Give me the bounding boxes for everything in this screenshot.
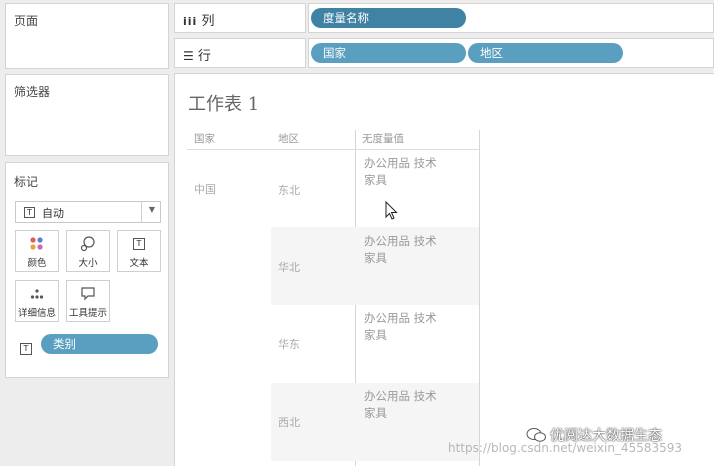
filters-card[interactable]: 筛选器 — [5, 74, 169, 156]
dropdown-separator — [141, 202, 142, 222]
size-button[interactable]: 大小 — [66, 230, 110, 272]
region-name: 华北 — [278, 261, 300, 274]
header-measure: 无度量值 — [362, 133, 404, 145]
text-encoding-icon: T — [20, 338, 32, 357]
region-name: 西北 — [278, 416, 300, 429]
sheet-title: 工作表 1 — [188, 94, 260, 115]
rows-shelf[interactable]: 国家 地区 — [308, 38, 714, 68]
columns-shelf-label: iii 列 — [183, 14, 215, 29]
color-button[interactable]: 颜色 — [15, 230, 59, 272]
text-icon: T — [118, 236, 160, 252]
columns-shelf[interactable]: 度量名称 — [308, 3, 714, 33]
columns-icon: iii — [183, 15, 198, 28]
detail-button[interactable]: 详细信息 — [15, 280, 59, 322]
country-pill[interactable]: 国家 — [311, 43, 466, 63]
pages-card[interactable]: 页面 — [5, 3, 169, 69]
brand-name: 优阅达大数据生态 — [550, 428, 662, 444]
column-divider-right — [479, 130, 480, 466]
table-cell: 办公用品 技术 家具 — [364, 389, 437, 420]
mark-type-dropdown[interactable]: T 自动 ▼ — [15, 201, 161, 223]
detail-button-label: 详细信息 — [17, 308, 56, 319]
mouse-cursor-icon — [385, 201, 398, 220]
text-button[interactable]: T 文本 — [117, 230, 161, 272]
category-pill[interactable]: 类别 — [41, 334, 158, 354]
rows-icon: ☰ — [183, 49, 194, 63]
header-country: 国家 — [194, 133, 215, 145]
size-icon — [67, 236, 109, 252]
header-region: 地区 — [278, 133, 299, 145]
table-cell: 办公用品 技术 家具 — [364, 311, 437, 342]
tooltip-icon — [67, 286, 109, 302]
text-button-label: 文本 — [129, 258, 149, 269]
marks-card-title: 标记 — [14, 175, 39, 189]
region-pill[interactable]: 地区 — [468, 43, 623, 63]
text-mark-icon: T — [24, 207, 35, 218]
marks-card: 标记 T 自动 ▼ 颜色 大小 T 文本 详细信息 工具提示 T 类别 — [5, 162, 169, 378]
detail-dots-icon — [16, 286, 58, 302]
header-divider — [187, 149, 479, 150]
region-name: 华东 — [278, 338, 300, 351]
tooltip-button-label: 工具提示 — [68, 308, 107, 319]
measure-names-pill[interactable]: 度量名称 — [311, 8, 466, 28]
color-dots-icon — [16, 236, 58, 252]
table-cell: 办公用品 技术 家具 — [364, 156, 437, 187]
chevron-down-icon[interactable]: ▼ — [149, 205, 155, 214]
worksheet-view[interactable]: 工作表 1 国家 地区 无度量值 中国 东北 办公用品 技术 家具 华北 办公用品… — [174, 73, 714, 466]
rows-shelf-header: ☰ 行 — [174, 38, 306, 68]
size-button-label: 大小 — [78, 258, 98, 269]
tooltip-button[interactable]: 工具提示 — [66, 280, 110, 322]
wechat-logo-icon — [526, 428, 546, 442]
columns-shelf-header: iii 列 — [174, 3, 306, 33]
filters-card-title: 筛选器 — [14, 85, 51, 99]
rows-shelf-label: ☰ 行 — [183, 49, 211, 64]
mark-type-value: 自动 — [42, 207, 64, 220]
region-name: 东北 — [278, 184, 300, 197]
country-value: 中国 — [194, 183, 216, 196]
pages-card-title: 页面 — [14, 14, 39, 28]
color-button-label: 颜色 — [27, 258, 47, 269]
table-cell: 办公用品 技术 家具 — [364, 234, 437, 265]
